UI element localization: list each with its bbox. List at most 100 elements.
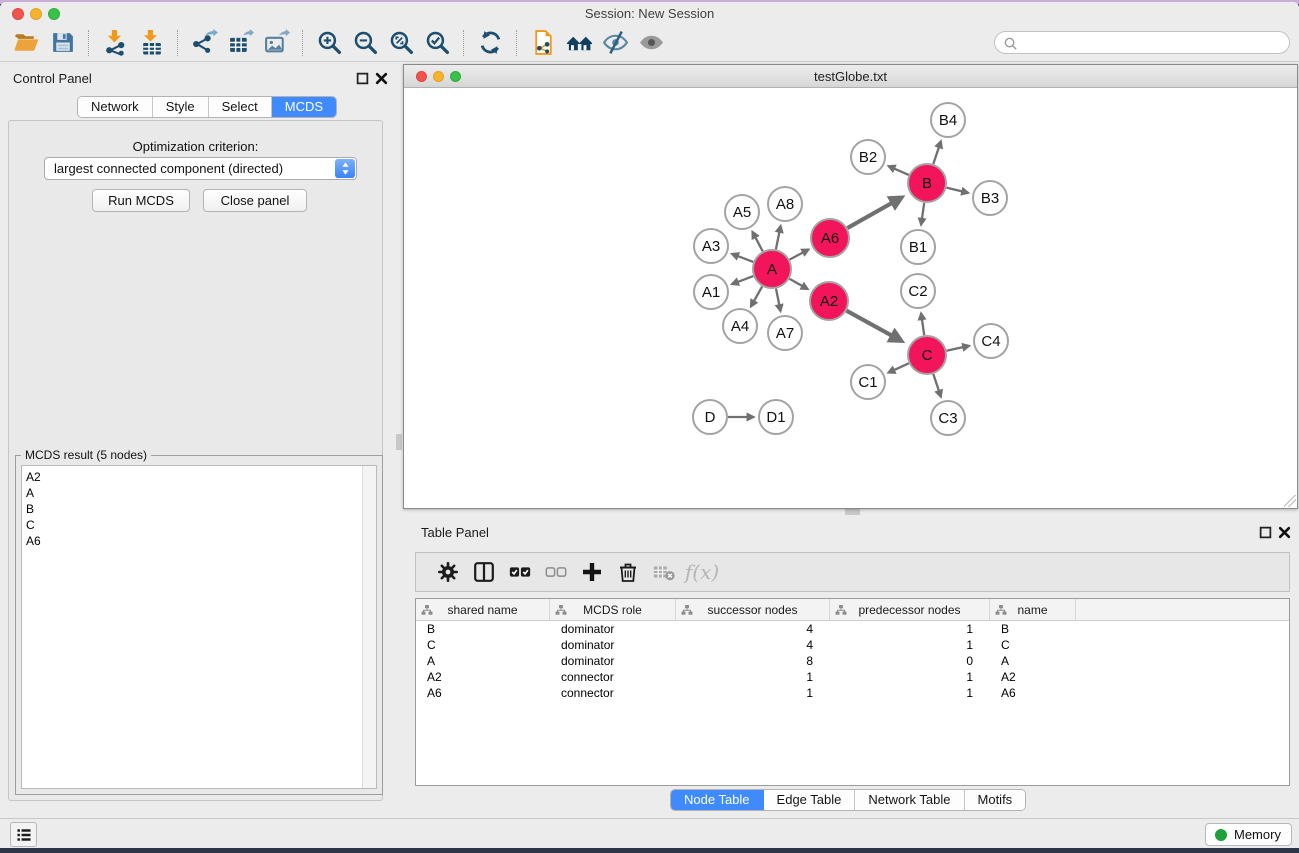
node-D1[interactable]: D1 bbox=[759, 400, 793, 434]
table-cell[interactable]: 0 bbox=[830, 653, 990, 669]
edge-B-B2[interactable] bbox=[889, 166, 909, 175]
table-cell[interactable]: A6 bbox=[990, 685, 1076, 701]
table-row[interactable]: Cdominator41C bbox=[416, 637, 1289, 653]
table-cell[interactable]: 4 bbox=[676, 637, 830, 653]
table-cell[interactable]: connector bbox=[550, 685, 676, 701]
node-C1[interactable]: C1 bbox=[851, 365, 885, 399]
table-cell[interactable]: C bbox=[416, 637, 550, 653]
table-row[interactable]: A6connector11A6 bbox=[416, 685, 1289, 701]
tab-motifs[interactable]: Motifs bbox=[965, 790, 1026, 810]
node-C2[interactable]: C2 bbox=[901, 274, 935, 308]
refresh-icon[interactable] bbox=[472, 27, 508, 59]
node-B1[interactable]: B1 bbox=[901, 230, 935, 264]
edge-A-A1[interactable] bbox=[733, 276, 754, 284]
split-panel-icon[interactable] bbox=[466, 555, 502, 589]
import-network-icon[interactable] bbox=[97, 27, 133, 59]
edge-B-B4[interactable] bbox=[933, 142, 940, 164]
close-icon[interactable] bbox=[1278, 526, 1291, 539]
tab-network[interactable]: Network bbox=[78, 97, 153, 117]
tab-select[interactable]: Select bbox=[209, 97, 272, 117]
vertical-splitter-handle[interactable] bbox=[396, 434, 402, 450]
edge-A-A4[interactable] bbox=[751, 286, 762, 306]
table-cell[interactable]: 4 bbox=[676, 621, 830, 637]
node-A8[interactable]: A8 bbox=[768, 187, 802, 221]
edge-B-B1[interactable] bbox=[921, 203, 924, 224]
table-row[interactable]: Bdominator41B bbox=[416, 621, 1289, 637]
table-cell[interactable]: A2 bbox=[416, 669, 550, 685]
hide-eye-icon[interactable] bbox=[597, 27, 633, 59]
float-icon[interactable] bbox=[356, 72, 369, 85]
node-A3[interactable]: A3 bbox=[694, 229, 728, 263]
edge-A-A7[interactable] bbox=[776, 289, 780, 311]
table-row[interactable]: Adominator80A bbox=[416, 653, 1289, 669]
table-cell[interactable]: 8 bbox=[676, 653, 830, 669]
result-list-item[interactable]: C bbox=[22, 517, 376, 533]
table-cell[interactable]: B bbox=[416, 621, 550, 637]
tab-style[interactable]: Style bbox=[153, 97, 209, 117]
node-B3[interactable]: B3 bbox=[973, 181, 1007, 215]
table-cell[interactable]: dominator bbox=[550, 637, 676, 653]
column-header-name[interactable]: name bbox=[990, 599, 1076, 621]
column-header-shared-name[interactable]: shared name bbox=[416, 599, 550, 621]
table-cell[interactable]: C bbox=[990, 637, 1076, 653]
memory-button[interactable]: Memory bbox=[1205, 823, 1292, 846]
new-network-file-icon[interactable] bbox=[525, 27, 561, 59]
node-C[interactable]: C bbox=[908, 336, 946, 374]
zoom-in-icon[interactable] bbox=[311, 27, 347, 59]
houses-icon[interactable] bbox=[561, 27, 597, 59]
export-image-icon[interactable] bbox=[258, 27, 294, 59]
edge-C-C3[interactable] bbox=[933, 374, 940, 396]
table-cell[interactable]: dominator bbox=[550, 621, 676, 637]
export-table-icon[interactable] bbox=[222, 27, 258, 59]
table-cell[interactable]: 1 bbox=[676, 685, 830, 701]
result-list-item[interactable]: A bbox=[22, 485, 376, 501]
table-row[interactable]: A2connector11A2 bbox=[416, 669, 1289, 685]
node-A1[interactable]: A1 bbox=[694, 275, 728, 309]
gear-icon[interactable] bbox=[430, 555, 466, 589]
tab-node-table[interactable]: Node Table bbox=[671, 790, 764, 810]
open-folder-icon[interactable] bbox=[8, 27, 44, 59]
edge-A-A5[interactable] bbox=[753, 232, 763, 251]
edge-A-A6[interactable] bbox=[790, 250, 808, 260]
task-history-button[interactable] bbox=[10, 822, 37, 847]
resize-grip[interactable] bbox=[1284, 495, 1296, 507]
deselect-all-icon[interactable] bbox=[538, 555, 574, 589]
trash-icon[interactable] bbox=[610, 555, 646, 589]
close-icon[interactable] bbox=[375, 72, 388, 85]
run-mcds-button[interactable]: Run MCDS bbox=[92, 189, 190, 212]
node-B[interactable]: B bbox=[908, 164, 946, 202]
zoom-selected-icon[interactable] bbox=[419, 27, 455, 59]
edge-A2-C[interactable] bbox=[847, 311, 901, 341]
table-cell[interactable]: 1 bbox=[676, 669, 830, 685]
table-cell[interactable]: 1 bbox=[830, 669, 990, 685]
float-icon[interactable] bbox=[1259, 526, 1272, 539]
close-panel-button[interactable]: Close panel bbox=[203, 189, 307, 212]
edge-A-A3[interactable] bbox=[733, 254, 754, 262]
table-cell[interactable]: 1 bbox=[830, 621, 990, 637]
result-scrollbar[interactable] bbox=[362, 466, 376, 788]
node-A7[interactable]: A7 bbox=[768, 316, 802, 350]
table-cell[interactable]: B bbox=[990, 621, 1076, 637]
network-graph[interactable]: AA1A2A3A4A5A6A7A8BB1B2B3B4CC1C2C3C4DD1 bbox=[404, 88, 1297, 508]
node-A6[interactable]: A6 bbox=[811, 219, 849, 257]
select-all-icon[interactable] bbox=[502, 555, 538, 589]
edge-C-C2[interactable] bbox=[921, 314, 924, 335]
tab-mcds[interactable]: MCDS bbox=[272, 97, 336, 117]
node-B4[interactable]: B4 bbox=[931, 103, 965, 137]
table-cell[interactable]: A bbox=[990, 653, 1076, 669]
result-list-item[interactable]: A6 bbox=[22, 533, 376, 549]
column-header-predecessor-nodes[interactable]: predecessor nodes bbox=[830, 599, 990, 621]
node-C4[interactable]: C4 bbox=[974, 324, 1008, 358]
table-cell[interactable]: connector bbox=[550, 669, 676, 685]
export-network-icon[interactable] bbox=[186, 27, 222, 59]
node-B2[interactable]: B2 bbox=[851, 140, 885, 174]
network-canvas[interactable]: AA1A2A3A4A5A6A7A8BB1B2B3B4CC1C2C3C4DD1 bbox=[404, 88, 1297, 508]
node-A4[interactable]: A4 bbox=[723, 309, 757, 343]
search-input[interactable] bbox=[1022, 33, 1282, 52]
edge-C-C1[interactable] bbox=[889, 363, 909, 372]
tab-edge-table[interactable]: Edge Table bbox=[764, 790, 856, 810]
table-cell[interactable]: 1 bbox=[830, 685, 990, 701]
save-icon[interactable] bbox=[44, 27, 80, 59]
edge-A-A8[interactable] bbox=[776, 227, 781, 250]
column-header-successor-nodes[interactable]: successor nodes bbox=[676, 599, 830, 621]
